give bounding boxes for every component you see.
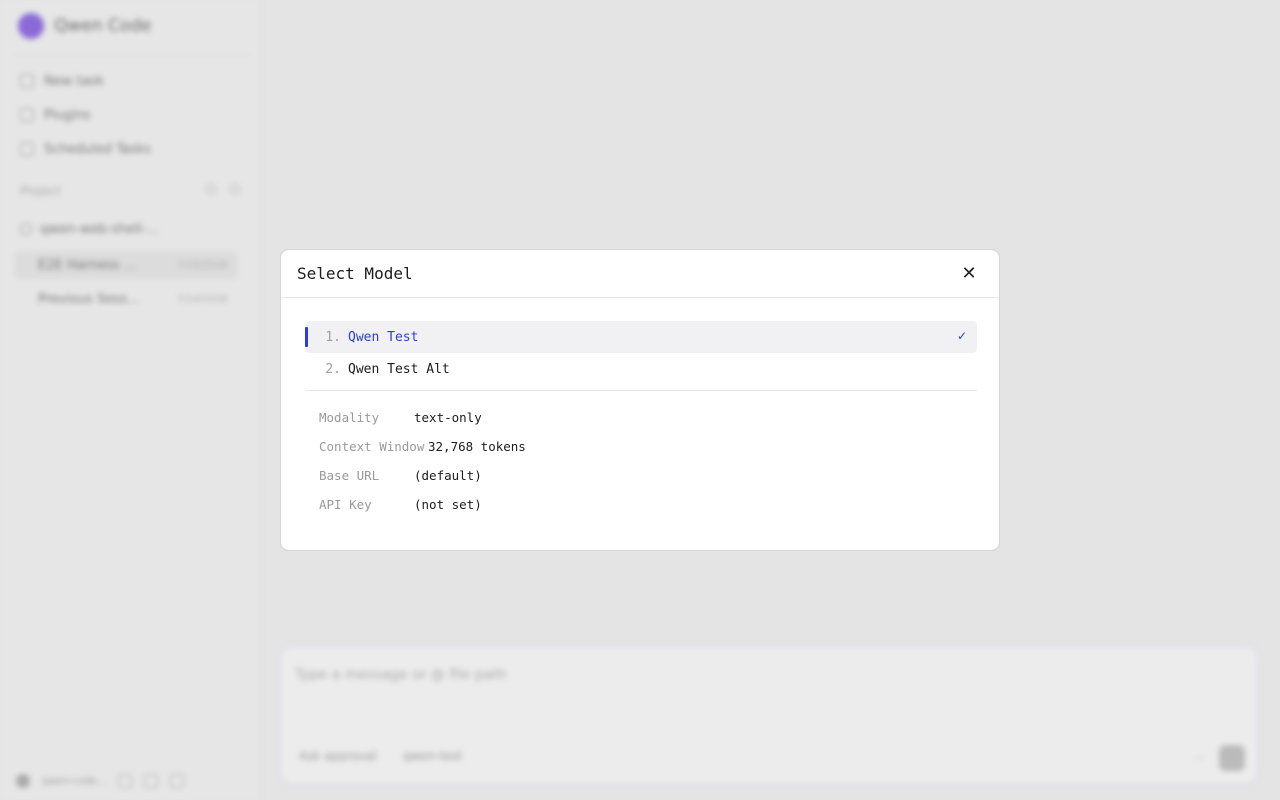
detail-row-base-url: Base URL (default) bbox=[319, 468, 482, 486]
detail-row-api-key: API Key (not set) bbox=[319, 497, 482, 515]
approval-mode-dropdown[interactable]: Ask approval bbox=[299, 749, 377, 763]
model-option-label: Qwen Test Alt bbox=[348, 361, 450, 377]
app-header: Qwen Code bbox=[18, 12, 151, 40]
detail-value: 32,768 tokens bbox=[428, 439, 526, 454]
message-composer[interactable]: Type a message or @ file path Ask approv… bbox=[280, 646, 1258, 784]
composer-toolbar: Ask approval qwen-test bbox=[299, 749, 462, 763]
settings-icon[interactable] bbox=[118, 774, 133, 788]
select-model-dialog: Select Model ✕ 1. Qwen Test ✓ 2. Qwen Te… bbox=[280, 249, 1000, 551]
sidebar-footer: qwen-code... bbox=[16, 770, 246, 792]
session-time: 7/14/2026 bbox=[176, 293, 228, 305]
section-label: Project bbox=[20, 184, 62, 198]
session-item[interactable]: Previous Sess... 7/14/2026 bbox=[14, 285, 238, 313]
footer-label: qwen-code... bbox=[42, 775, 107, 787]
detail-row-modality: Modality text-only bbox=[319, 410, 482, 428]
sidebar-item-plugins[interactable]: Plugins bbox=[20, 104, 91, 126]
detail-key: API Key bbox=[319, 497, 372, 512]
model-option-number: 2. bbox=[325, 361, 341, 377]
user-avatar[interactable] bbox=[16, 774, 30, 788]
detail-value: (default) bbox=[414, 468, 482, 483]
sidebar-item-new-task[interactable]: New task bbox=[20, 70, 104, 92]
detail-key: Base URL bbox=[319, 468, 380, 483]
close-icon[interactable]: ✕ bbox=[959, 264, 979, 284]
model-option-qwen-test[interactable]: 1. Qwen Test ✓ bbox=[305, 321, 977, 353]
dialog-header: Select Model ✕ bbox=[281, 250, 999, 298]
model-option-label: Qwen Test bbox=[348, 329, 419, 345]
detail-value: (not set) bbox=[414, 497, 482, 512]
session-title: E2E Harness ... bbox=[38, 257, 137, 273]
add-icon[interactable] bbox=[230, 184, 240, 194]
session-title: Previous Sess... bbox=[38, 291, 140, 307]
model-option-number: 1. bbox=[325, 329, 341, 345]
sidebar-item-scheduled-tasks[interactable]: Scheduled Tasks bbox=[20, 138, 151, 160]
app-name: Qwen Code bbox=[54, 16, 152, 36]
new-task-icon bbox=[20, 74, 34, 88]
message-input-placeholder[interactable]: Type a message or @ file path bbox=[295, 667, 507, 683]
folder-icon bbox=[20, 223, 32, 235]
composer-actions: ··· bbox=[1194, 745, 1245, 771]
more-options-icon[interactable]: ··· bbox=[1194, 751, 1205, 765]
project-section-header: Project bbox=[20, 184, 240, 200]
sidebar-item-label: Plugins bbox=[44, 107, 91, 123]
help-icon[interactable] bbox=[170, 774, 185, 788]
detail-row-context-window: Context Window 32,768 tokens bbox=[319, 439, 526, 457]
session-item-active[interactable]: E2E Harness ... 7/15/2026 bbox=[14, 251, 238, 279]
terminal-icon[interactable] bbox=[144, 774, 159, 788]
sidebar-divider bbox=[14, 54, 250, 55]
detail-key: Modality bbox=[319, 410, 380, 425]
detail-key: Context Window bbox=[319, 439, 425, 454]
project-item[interactable]: qwen-web-shell-... bbox=[20, 218, 159, 240]
send-button[interactable] bbox=[1219, 745, 1245, 771]
session-time: 7/15/2026 bbox=[176, 259, 228, 271]
details-divider bbox=[305, 390, 977, 391]
selection-indicator bbox=[305, 327, 308, 347]
detail-value: text-only bbox=[414, 410, 482, 425]
check-icon: ✓ bbox=[956, 329, 967, 343]
plugin-icon bbox=[20, 108, 34, 122]
sidebar-item-label: New task bbox=[44, 73, 104, 89]
sidebar-item-label: Scheduled Tasks bbox=[44, 141, 151, 157]
project-name: qwen-web-shell-... bbox=[40, 221, 159, 237]
search-icon[interactable] bbox=[206, 184, 216, 194]
dialog-title: Select Model bbox=[297, 264, 413, 283]
model-chip-dropdown[interactable]: qwen-test bbox=[403, 749, 463, 763]
model-option-qwen-test-alt[interactable]: 2. Qwen Test Alt bbox=[305, 353, 977, 385]
sidebar: Qwen Code New task Plugins Scheduled Tas… bbox=[0, 0, 260, 800]
app-logo-icon bbox=[18, 13, 44, 39]
clock-icon bbox=[20, 142, 34, 156]
